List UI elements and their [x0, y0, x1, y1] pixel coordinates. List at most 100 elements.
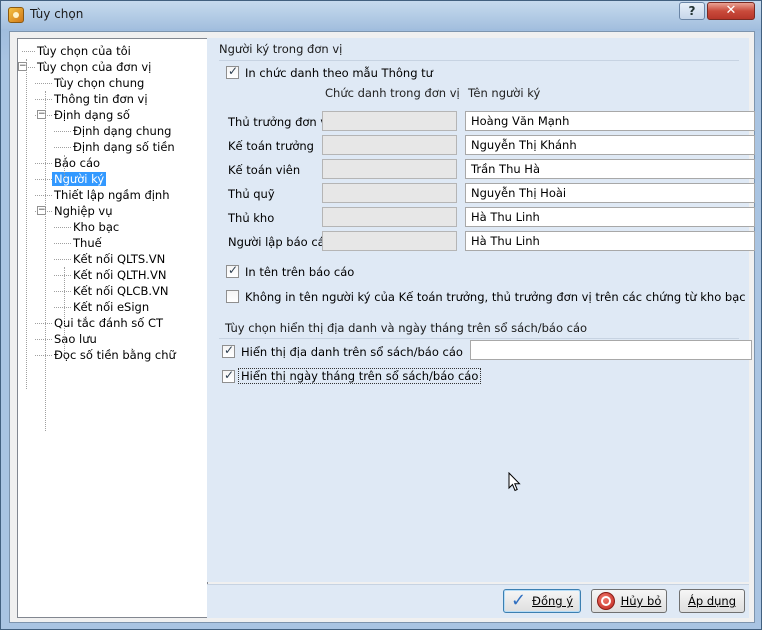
tree-item-label: Định dạng số: [54, 108, 130, 122]
tree-connector: [35, 179, 52, 180]
tree-item[interactable]: Sao lưu: [52, 331, 99, 347]
tree-connector: [35, 83, 52, 84]
tree-item-label: Kết nối QLCB.VN: [73, 284, 169, 298]
tree-item[interactable]: Thông tin đơn vị: [52, 91, 150, 107]
tree-item[interactable]: Kết nối QLCB.VN: [71, 283, 170, 299]
tree-item[interactable]: Qui tắc đánh số CT: [52, 315, 165, 331]
cancel-button[interactable]: Hủy bỏ: [591, 589, 667, 613]
signer-name-input[interactable]: Hoàng Văn Mạnh: [465, 111, 755, 131]
tree-guide-line: [64, 267, 65, 355]
tree-item[interactable]: Nghiệp vụ: [52, 203, 115, 219]
signer-role-label: Thủ quỹ: [228, 187, 275, 201]
show-date-label[interactable]: Hiển thị ngày tháng trên sổ sách/báo cáo: [237, 368, 482, 384]
ok-button-label: Đồng ý: [532, 594, 574, 608]
close-button[interactable]: ✕: [707, 2, 755, 20]
signer-role-label: Người lập báo cáo: [228, 235, 332, 249]
column-header-title: Chức danh trong đơn vị: [325, 86, 460, 100]
location-group-title: Tùy chọn hiển thị địa danh và ngày tháng…: [225, 321, 588, 335]
options-tree[interactable]: Tùy chọn của tôi Tùy chọn của đơn vị − Tùy …: [17, 38, 208, 618]
tree-item[interactable]: Người ký: [52, 171, 107, 187]
tree-item-label: Kết nối QLTS.VN: [73, 252, 166, 266]
button-bar: ✓ Đồng ý Hủy bỏ Áp dụng: [207, 584, 749, 618]
show-place-checkbox[interactable]: [222, 343, 235, 358]
tree-item-label: Đọc số tiền bằng chữ: [54, 348, 176, 362]
tree-item-label: Báo cáo: [54, 156, 101, 170]
print-title-checkbox[interactable]: [226, 64, 239, 79]
tree-item[interactable]: Tùy chọn của đơn vị: [35, 59, 153, 75]
print-name-label[interactable]: In tên trên báo cáo: [245, 265, 354, 279]
tree-item[interactable]: Kho bạc: [71, 219, 121, 235]
place-input[interactable]: [470, 340, 752, 360]
no-print-signer-label[interactable]: Không in tên người ký của Kế toán trưởng…: [245, 290, 746, 304]
print-name-checkbox[interactable]: [226, 263, 239, 278]
tree-item[interactable]: Kết nối eSign: [71, 299, 151, 315]
help-button[interactable]: ?: [679, 2, 705, 20]
group-divider: [219, 338, 739, 339]
tree-item-label: Sao lưu: [54, 332, 97, 346]
tree-item[interactable]: Thiết lập ngầm định: [52, 187, 172, 203]
signer-title-field: [322, 111, 457, 131]
signer-name-input[interactable]: Hà Thu Linh: [465, 231, 755, 251]
signer-name-input[interactable]: Hà Thu Linh: [465, 207, 755, 227]
app-icon: [8, 7, 24, 23]
signer-title-field: [322, 207, 457, 227]
signer-name-input[interactable]: Nguyễn Thị Khánh: [465, 135, 755, 155]
tree-item-label: Tùy chọn chung: [54, 76, 145, 90]
print-title-label[interactable]: In chức danh theo mẫu Thông tư: [245, 66, 433, 80]
signer-role-label: Kế toán viên: [228, 163, 301, 177]
mouse-cursor-icon: [508, 472, 521, 492]
signer-title-field: [322, 183, 457, 203]
tree-item[interactable]: Tùy chọn của tôi: [35, 43, 133, 59]
tree-connector: [54, 227, 71, 228]
tree-item[interactable]: Kết nối QLTH.VN: [71, 267, 168, 283]
tree-connector: [35, 355, 52, 356]
tree-item[interactable]: Thuế: [71, 235, 104, 251]
tree-item-label: Qui tắc đánh số CT: [54, 316, 164, 330]
tree-item-label: Tùy chọn của tôi: [37, 44, 131, 58]
tree-item-label: Người ký: [52, 172, 107, 186]
tree-item-label: Định dạng số tiền: [73, 140, 175, 154]
tree-item[interactable]: Báo cáo: [52, 155, 102, 171]
signer-role-label: Thủ kho: [228, 211, 275, 225]
signer-name-input[interactable]: Trần Thu Hà: [465, 159, 755, 179]
tree-connector: [54, 147, 71, 148]
tree-connector: [54, 275, 71, 276]
tree-item-label: Định dạng chung: [73, 124, 172, 138]
tree-item[interactable]: Tùy chọn chung: [52, 75, 146, 91]
signer-role-label: Thủ trưởng đơn vị: [228, 115, 331, 129]
tree-guide-line: [26, 59, 27, 389]
tree-item-label: Thuế: [73, 236, 102, 250]
tree-item[interactable]: Định dạng số tiền: [71, 139, 177, 155]
tree-connector: [54, 307, 71, 308]
tree-item-label: Kết nối eSign: [73, 300, 150, 314]
tree-connector: [35, 339, 52, 340]
cancel-icon: [596, 592, 615, 610]
ok-button[interactable]: ✓ Đồng ý: [503, 589, 581, 613]
group-divider: [219, 60, 739, 61]
tree-item-label: Thiết lập ngầm định: [54, 188, 170, 202]
title-bar[interactable]: Tùy chọn ? ✕: [1, 1, 761, 29]
signers-group-title: Người ký trong đơn vị: [219, 42, 343, 56]
signer-title-field: [322, 135, 457, 155]
tree-item[interactable]: Định dạng chung: [71, 123, 173, 139]
cancel-button-label: Hủy bỏ: [620, 594, 662, 608]
tree-connector: [54, 243, 71, 244]
show-place-label[interactable]: Hiển thị địa danh trên sổ sách/báo cáo: [241, 345, 463, 359]
tree-item-label: Nghiệp vụ: [54, 204, 113, 218]
signer-name-input[interactable]: Nguyễn Thị Hoài: [465, 183, 755, 203]
tree-connector: [54, 131, 71, 132]
show-date-checkbox[interactable]: [222, 368, 235, 383]
window-title: Tùy chọn: [30, 7, 84, 21]
options-dialog: Tùy chọn ? ✕ Tùy chọn của tôi Tùy chọn củ…: [0, 0, 762, 630]
tree-connector: [35, 323, 52, 324]
tree-connector: [22, 51, 35, 52]
column-header-name: Tên người ký: [468, 86, 541, 100]
tree-item[interactable]: Đọc số tiền bằng chữ: [52, 347, 178, 363]
tree-item[interactable]: Kết nối QLTS.VN: [71, 251, 167, 267]
tree-connector: [54, 291, 71, 292]
tree-item[interactable]: Định dạng số: [52, 107, 132, 123]
signer-panel: Người ký trong đơn vị In chức danh theo …: [207, 38, 755, 582]
signer-title-field: [322, 231, 457, 251]
apply-button[interactable]: Áp dụng: [679, 589, 745, 613]
no-print-signer-checkbox[interactable]: [226, 290, 239, 303]
